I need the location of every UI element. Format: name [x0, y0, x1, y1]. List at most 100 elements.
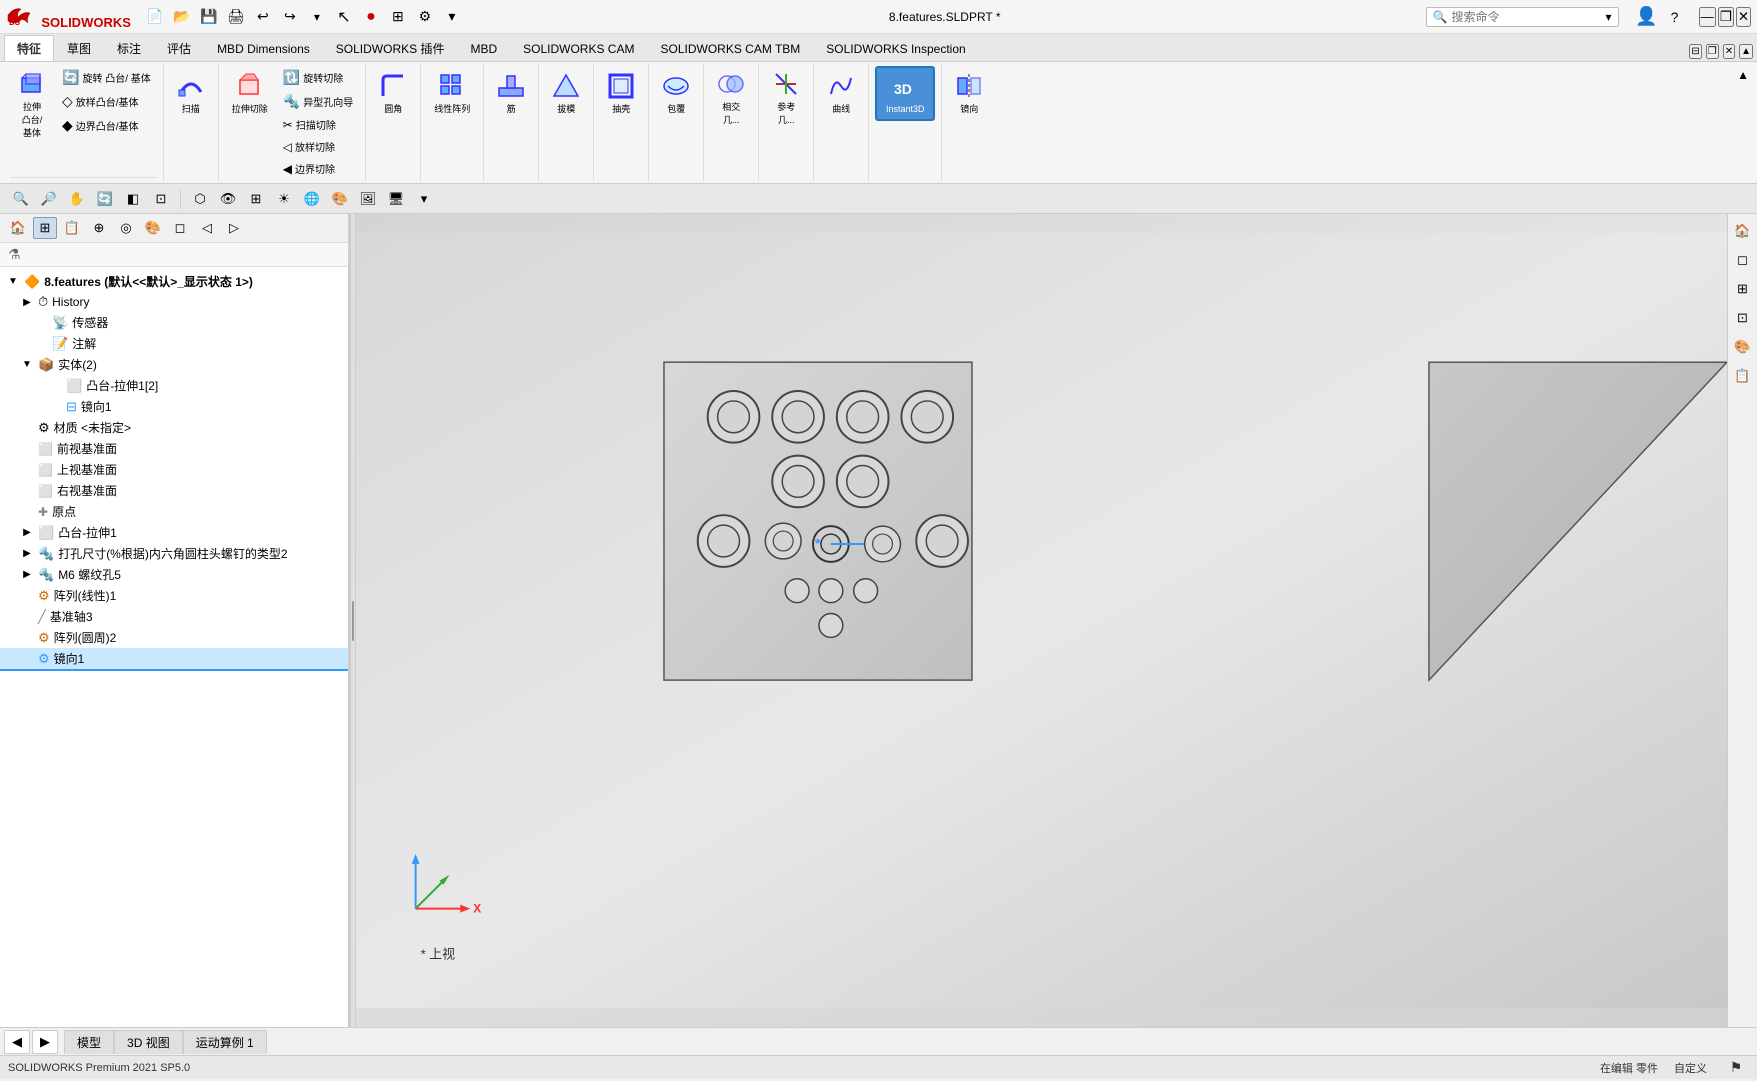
view-style-button[interactable]: ⬡	[187, 187, 213, 211]
tab-annotation[interactable]: 标注	[104, 35, 154, 61]
boundary-boss-button[interactable]: ◆ 边界凸台/基体	[56, 114, 157, 137]
viewport[interactable]: * X	[356, 214, 1727, 1027]
open-button[interactable]: 📂	[170, 5, 194, 29]
hole-wizard-expander[interactable]: ▶	[20, 547, 34, 561]
search-input[interactable]	[1452, 10, 1602, 24]
status-icon-button[interactable]: ⚑	[1723, 1055, 1749, 1081]
view-hide-button[interactable]: 👁	[215, 187, 241, 211]
tab-motion1[interactable]: 运动算例 1	[183, 1030, 267, 1054]
instant3d-button[interactable]: 3D Instant3D	[875, 66, 935, 121]
sidebar-item-boss-extrude1[interactable]: ▶ ⬜ 凸台-拉伸1	[0, 522, 348, 543]
view-zoom-button[interactable]: 🔍	[8, 187, 34, 211]
sidebar-item-boss1-child[interactable]: ⬜ 凸台-拉伸1[2]	[0, 375, 348, 396]
tab-mbd[interactable]: MBD	[457, 35, 510, 61]
extrude-boss-button[interactable]: 拉伸凸台/基体	[10, 66, 54, 143]
ribbon-collapse-button[interactable]: ▲	[1739, 44, 1753, 59]
view-settings-button[interactable]: ⊞	[386, 5, 410, 29]
sidebar-item-mirror1-child[interactable]: ⊟ 镜向1	[0, 396, 348, 417]
tab-mbd-dimensions[interactable]: MBD Dimensions	[204, 35, 323, 61]
loft-cut-button[interactable]: ◁ 放样切除	[277, 136, 359, 157]
rebuild-button[interactable]: ●	[359, 5, 383, 29]
view-zoom2-button[interactable]: 🔎	[36, 187, 62, 211]
history-expander[interactable]: ▶	[20, 295, 34, 309]
bottom-nav-next-button[interactable]: ▶	[32, 1030, 58, 1054]
sidebar-item-top-plane[interactable]: ⬜ 上视基准面	[0, 459, 348, 480]
ribbon-collapse-btn[interactable]: ▲	[1733, 64, 1753, 181]
boundary-cut-button[interactable]: ◀ 边界切除	[277, 158, 359, 179]
minimize-button[interactable]: —	[1699, 7, 1716, 27]
sidebar-item-circular-pattern[interactable]: ⚙ 阵列(圆周)2	[0, 627, 348, 648]
rt-display-button[interactable]: ⊞	[1730, 276, 1756, 302]
sidebar-item-annotation[interactable]: 📝 注解	[0, 333, 348, 354]
user-button[interactable]: 👤	[1635, 5, 1659, 29]
tab-evaluate[interactable]: 评估	[154, 35, 204, 61]
extrude-cut-button[interactable]: 拉伸切除	[225, 66, 275, 121]
sidebar-item-sensor[interactable]: 📡 传感器	[0, 312, 348, 333]
curves-button[interactable]: 曲线	[820, 66, 862, 121]
rt-appearance-button[interactable]: 🎨	[1730, 334, 1756, 360]
settings-button[interactable]: ⚙	[413, 5, 437, 29]
view-section-button[interactable]: ⊞	[243, 187, 269, 211]
rt-settings-button[interactable]: 📋	[1730, 363, 1756, 389]
loft-boss-button[interactable]: ◇ 放样凸台/基体	[56, 90, 157, 113]
tab-sw-cam-tbm[interactable]: SOLIDWORKS CAM TBM	[647, 35, 813, 61]
revolve-boss-button[interactable]: 🔄 旋转 凸台/ 基体	[56, 66, 157, 89]
help-button[interactable]: ?	[1663, 5, 1687, 29]
tab-sw-plugins[interactable]: SOLIDWORKS 插件	[323, 35, 458, 61]
view-sel-button[interactable]: ⊡	[148, 187, 174, 211]
view-appearance-button[interactable]: 🎨	[327, 187, 353, 211]
sidebar-item-material[interactable]: ⚙ 材质 <未指定>	[0, 417, 348, 438]
sweep-button[interactable]: 扫描	[170, 66, 212, 121]
restore-button[interactable]: ❐	[1718, 7, 1734, 27]
rt-section-button[interactable]: ⊡	[1730, 305, 1756, 331]
tab-features[interactable]: 特征	[4, 35, 54, 61]
wrap-button[interactable]: 包覆	[655, 66, 697, 121]
view-scene-button[interactable]: 🖼	[355, 187, 381, 211]
sidebar-item-history[interactable]: ▶ ⏱ History	[0, 292, 348, 312]
search-box[interactable]: 🔍 ▾	[1426, 7, 1619, 27]
shell-button[interactable]: 抽壳	[600, 66, 642, 121]
sidebar-display-button[interactable]: ◎	[114, 217, 138, 239]
root-expander[interactable]: ▼	[6, 275, 20, 289]
sidebar-expand-button[interactable]: ▷	[222, 217, 246, 239]
draft-button[interactable]: 拔模	[545, 66, 587, 121]
sidebar-feature-tree-button[interactable]: ⊞	[33, 217, 57, 239]
view-display2-button[interactable]: 🖥	[383, 187, 409, 211]
sidebar-item-hole-wizard[interactable]: ▶ 🔩 打孔尺寸(%根据)内六角圆柱头螺钉的类型2	[0, 543, 348, 564]
tab-sw-inspection[interactable]: SOLIDWORKS Inspection	[813, 35, 978, 61]
print-button[interactable]: 🖨	[224, 5, 248, 29]
close-button[interactable]: ✕	[1736, 7, 1751, 27]
revolve-cut-button[interactable]: 🔃 旋转切除	[277, 66, 359, 89]
rt-home-button[interactable]: 🏠	[1730, 218, 1756, 244]
sidebar-item-solid[interactable]: ▼ 📦 实体(2)	[0, 354, 348, 375]
options-button[interactable]: ▾	[305, 5, 329, 29]
ribbon-close-button[interactable]: ✕	[1723, 44, 1735, 59]
view-realview-button[interactable]: 🌐	[299, 187, 325, 211]
rib-button[interactable]: 筋	[490, 66, 532, 121]
sidebar-item-mirror1[interactable]: ⚙ 镜向1	[0, 648, 348, 671]
sidebar-appearance-button[interactable]: 🎨	[141, 217, 165, 239]
hole-wizard-button[interactable]: 🔩 异型孔向导	[277, 90, 359, 113]
boss-extrude1-expander[interactable]: ▶	[20, 526, 34, 540]
save-button[interactable]: 💾	[197, 5, 221, 29]
reference-button[interactable]: 参考几...	[765, 66, 807, 130]
rt-view-button[interactable]: ◻	[1730, 247, 1756, 273]
sidebar-collapse-button[interactable]: ◁	[195, 217, 219, 239]
sidebar-item-ref-axis[interactable]: ╱ 基准轴3	[0, 606, 348, 627]
new-button[interactable]: 📄	[143, 5, 167, 29]
feature-tree-root[interactable]: ▼ 🔶 8.features (默认<<默认>_显示状态 1>)	[0, 271, 348, 292]
sidebar-property-button[interactable]: 📋	[60, 217, 84, 239]
select-button[interactable]: ↖	[332, 5, 356, 29]
linear-pattern-button[interactable]: 线性阵列	[427, 66, 477, 121]
sidebar-selection-button[interactable]: ◻	[168, 217, 192, 239]
view-pan-button[interactable]: ✋	[64, 187, 90, 211]
undo-button[interactable]: ↩	[251, 5, 275, 29]
fillet-button[interactable]: 圆角	[372, 66, 414, 121]
sidebar-item-m6-hole[interactable]: ▶ 🔩 M6 螺纹孔5	[0, 564, 348, 585]
sidebar-item-right-plane[interactable]: ⬜ 右视基准面	[0, 480, 348, 501]
tab-3d-view[interactable]: 3D 视图	[114, 1030, 183, 1054]
view-rotate-button[interactable]: 🔄	[92, 187, 118, 211]
solid-expander[interactable]: ▼	[20, 358, 34, 372]
search-dropdown-icon[interactable]: ▾	[1606, 10, 1612, 24]
settings-arrow-button[interactable]: ▾	[440, 5, 464, 29]
